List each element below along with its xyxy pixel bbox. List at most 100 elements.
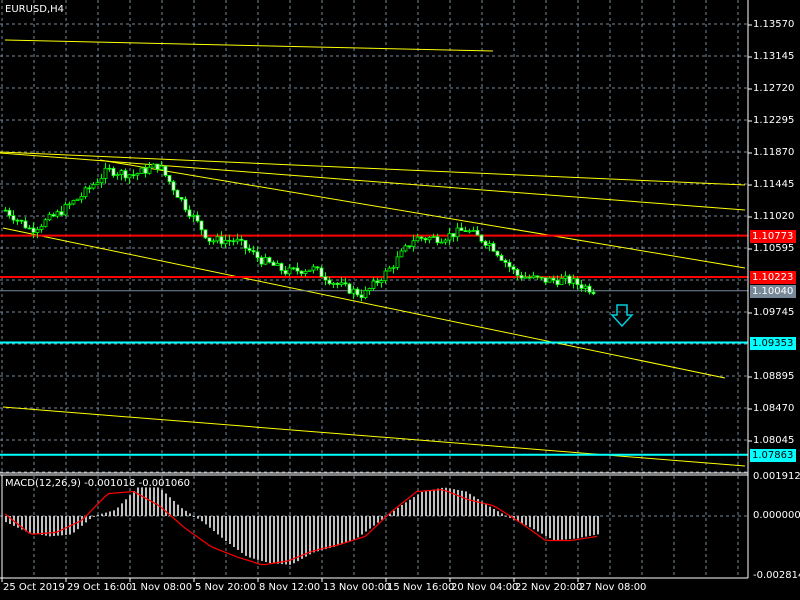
macd-histogram-bar — [561, 516, 563, 540]
candle-body — [27, 227, 32, 230]
candle-body — [443, 239, 448, 243]
macd-histogram-bar — [109, 511, 111, 516]
candle-body — [323, 276, 328, 281]
macd-histogram-bar — [409, 499, 411, 516]
trendline[interactable] — [2, 406, 746, 467]
candle-body — [371, 280, 376, 289]
trendline[interactable] — [2, 227, 726, 379]
macd-histogram-bar — [321, 516, 323, 551]
macd-histogram-bar — [285, 516, 287, 565]
macd-histogram-bar — [65, 516, 67, 535]
candle-body — [591, 291, 596, 295]
candle-body — [351, 288, 356, 294]
trendline[interactable] — [4, 39, 494, 52]
candle-body — [251, 250, 256, 253]
candle-body — [163, 165, 168, 176]
macd-histogram-bar — [341, 516, 343, 544]
candle-body — [439, 241, 444, 244]
macd-histogram-bar — [349, 516, 351, 541]
macd-histogram-bar — [121, 503, 123, 516]
macd-histogram-bar — [41, 516, 43, 535]
macd-histogram-bar — [201, 516, 203, 522]
price-axis-label: 1.08895 — [753, 371, 795, 382]
candle-body — [327, 279, 332, 285]
candle-body — [239, 238, 244, 241]
macd-histogram-bar — [221, 516, 223, 538]
candle-body — [355, 288, 360, 296]
candle-body — [331, 282, 336, 285]
candle-body — [571, 278, 576, 284]
candle-body — [191, 214, 196, 217]
candle-body — [315, 266, 320, 269]
candle-body — [183, 198, 188, 211]
candle-body — [43, 219, 48, 227]
macd-histogram-bar — [309, 516, 311, 555]
macd-histogram-bar — [353, 516, 355, 540]
candle-body — [499, 255, 504, 261]
macd-histogram-bar — [417, 494, 419, 516]
candle-body — [459, 227, 464, 231]
macd-histogram-bar — [437, 488, 439, 516]
macd-indicator — [4, 487, 599, 566]
macd-histogram-bar — [313, 516, 315, 553]
candle-body — [107, 167, 112, 170]
candle-body — [267, 257, 272, 263]
candle-body — [187, 209, 192, 217]
macd-histogram-bar — [525, 516, 527, 526]
macd-histogram-bar — [205, 516, 207, 525]
date-axis-label: 8 Nov 12:00 — [259, 582, 321, 593]
candle-body — [75, 198, 80, 201]
candle-body — [307, 269, 312, 272]
candle-body — [119, 170, 124, 176]
candle-body — [383, 270, 388, 281]
candle-body — [131, 174, 136, 177]
candle-body — [31, 227, 36, 233]
candle-body — [463, 230, 468, 232]
candle-body — [303, 271, 308, 274]
candle-body — [63, 204, 68, 216]
macd-histogram-bar — [429, 490, 431, 516]
candle-body — [259, 257, 264, 265]
candle-body — [99, 178, 104, 184]
macd-histogram-bar — [129, 495, 131, 516]
macd-histogram-bar — [297, 516, 299, 562]
down-arrow-icon[interactable] — [610, 304, 634, 328]
macd-histogram-bar — [189, 513, 191, 516]
candle-body — [123, 170, 128, 179]
macd-histogram-bar — [105, 512, 107, 516]
candle-body — [227, 239, 232, 242]
candle-body — [455, 227, 460, 238]
macd-histogram-bar — [421, 491, 423, 516]
trendline[interactable] — [99, 159, 746, 269]
candle-body — [291, 267, 296, 270]
date-axis-label: 29 Oct 16:00 — [67, 582, 133, 593]
candle-body — [407, 245, 412, 248]
macd-title: MACD(12,26,9) -0.001018 -0.001060 — [5, 478, 190, 489]
macd-histogram-bar — [413, 497, 415, 516]
current-price-label: 1.10040 — [750, 284, 796, 298]
candle-body — [319, 267, 324, 278]
macd-histogram-bar — [481, 501, 483, 516]
candle-body — [491, 243, 496, 252]
price-chart[interactable] — [0, 0, 800, 600]
macd-histogram-bar — [569, 516, 571, 540]
macd-histogram-bar — [393, 510, 395, 516]
macd-histogram-bar — [217, 516, 219, 535]
macd-histogram-bar — [229, 516, 231, 545]
macd-histogram-bar — [557, 516, 559, 541]
candle-body — [3, 209, 8, 212]
macd-histogram-bar — [497, 511, 499, 516]
candle-body — [279, 263, 284, 271]
candle-body — [255, 251, 260, 259]
macd-histogram-bar — [249, 516, 251, 558]
symbol-title: EURUSD,H4 — [5, 4, 65, 15]
candle-body — [115, 174, 120, 177]
candle-body — [423, 238, 428, 241]
mt4-chart-window[interactable]: EURUSD,H4 MACD(12,26,9) -0.001018 -0.001… — [0, 0, 800, 600]
candle-body — [427, 237, 432, 241]
candle-body — [555, 279, 560, 286]
date-axis-label: 13 Nov 00:00 — [323, 582, 391, 593]
candle-body — [495, 250, 500, 256]
candle-body — [543, 277, 548, 283]
macd-histogram-bar — [113, 510, 115, 516]
